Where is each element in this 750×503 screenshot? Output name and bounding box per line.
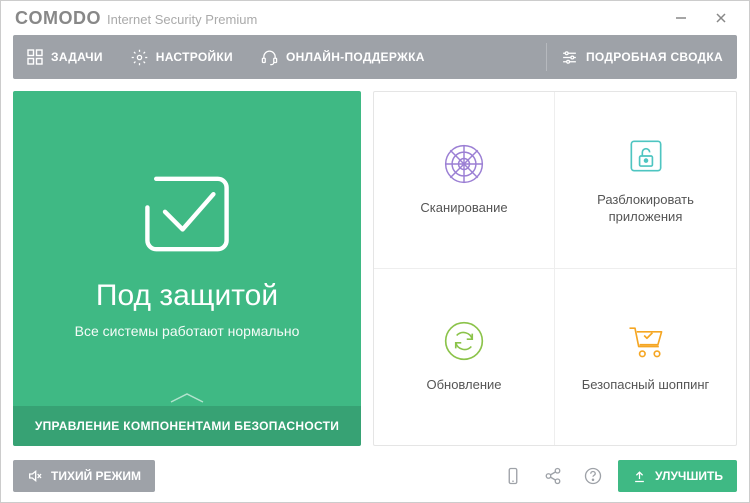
toolbar: ЗАДАЧИ НАСТРОЙКИ ОНЛАЙН-ПОДДЕРЖКА ПОДРОБ… (13, 35, 737, 79)
mute-icon (27, 468, 43, 484)
status-panel: Под защитой Все системы работают нормаль… (13, 91, 361, 446)
radar-icon (442, 142, 486, 186)
headset-icon (261, 49, 278, 66)
upgrade-button[interactable]: УЛУЧШИТЬ (618, 460, 737, 492)
cart-icon (624, 319, 668, 363)
gear-icon (131, 49, 148, 66)
product-name: Internet Security Premium (107, 12, 257, 27)
brand-logo: COMODO (15, 8, 101, 29)
share-icon (544, 467, 562, 485)
tile-update[interactable]: Обновление (374, 269, 555, 446)
tiles-grid: Сканирование Разблокировать приложения (373, 91, 737, 446)
tile-scan[interactable]: Сканирование (374, 92, 555, 269)
content: Под защитой Все системы работают нормаль… (1, 79, 749, 458)
toolbar-summary-label: ПОДРОБНАЯ СВОДКА (586, 50, 723, 64)
tile-shopping[interactable]: Безопасный шоппинг (555, 269, 736, 446)
tile-unblock[interactable]: Разблокировать приложения (555, 92, 736, 269)
share-button[interactable] (538, 461, 568, 491)
toolbar-spacer (439, 35, 546, 79)
toolbar-settings[interactable]: НАСТРОЙКИ (117, 35, 247, 79)
toolbar-settings-label: НАСТРОЙКИ (156, 50, 233, 64)
unlock-icon (624, 134, 668, 178)
upgrade-label: УЛУЧШИТЬ (655, 469, 723, 483)
silent-mode-button[interactable]: ТИХИЙ РЕЖИМ (13, 460, 155, 492)
tile-shopping-label: Безопасный шоппинг (582, 377, 710, 394)
toolbar-tasks[interactable]: ЗАДАЧИ (13, 35, 117, 79)
minimize-icon (675, 12, 687, 24)
grid-icon (27, 49, 43, 65)
chevron-up-icon (167, 390, 207, 404)
toolbar-support-label: ОНЛАЙН-ПОДДЕРЖКА (286, 50, 425, 64)
footer: ТИХИЙ РЕЖИМ УЛУЧШИТЬ (1, 458, 749, 502)
silent-mode-label: ТИХИЙ РЕЖИМ (51, 469, 141, 483)
mobile-button[interactable] (498, 461, 528, 491)
sliders-icon (561, 49, 578, 66)
status-body: Под защитой Все системы работают нормаль… (13, 91, 361, 406)
checkmark-icon (132, 159, 242, 269)
close-icon (715, 12, 727, 24)
close-button[interactable] (701, 4, 741, 32)
brand: COMODO Internet Security Premium (15, 8, 257, 29)
app-window: COMODO Internet Security Premium ЗАДАЧИ … (0, 0, 750, 503)
tile-scan-label: Сканирование (420, 200, 507, 217)
upload-icon (632, 469, 647, 484)
toolbar-summary[interactable]: ПОДРОБНАЯ СВОДКА (547, 35, 737, 79)
tile-update-label: Обновление (426, 377, 501, 394)
refresh-icon (442, 319, 486, 363)
toolbar-support[interactable]: ОНЛАЙН-ПОДДЕРЖКА (247, 35, 439, 79)
tile-unblock-label: Разблокировать приложения (565, 192, 726, 226)
manage-components-button[interactable]: УПРАВЛЕНИЕ КОМПОНЕНТАМИ БЕЗОПАСНОСТИ (13, 406, 361, 446)
manage-components-label: УПРАВЛЕНИЕ КОМПОНЕНТАМИ БЕЗОПАСНОСТИ (35, 419, 339, 433)
minimize-button[interactable] (661, 4, 701, 32)
toolbar-tasks-label: ЗАДАЧИ (51, 50, 103, 64)
window-controls (661, 4, 741, 32)
mobile-icon (504, 467, 522, 485)
status-subtitle: Все системы работают нормально (75, 323, 300, 339)
help-icon (584, 467, 602, 485)
titlebar: COMODO Internet Security Premium (1, 1, 749, 35)
status-title: Под защитой (96, 279, 278, 313)
help-button[interactable] (578, 461, 608, 491)
